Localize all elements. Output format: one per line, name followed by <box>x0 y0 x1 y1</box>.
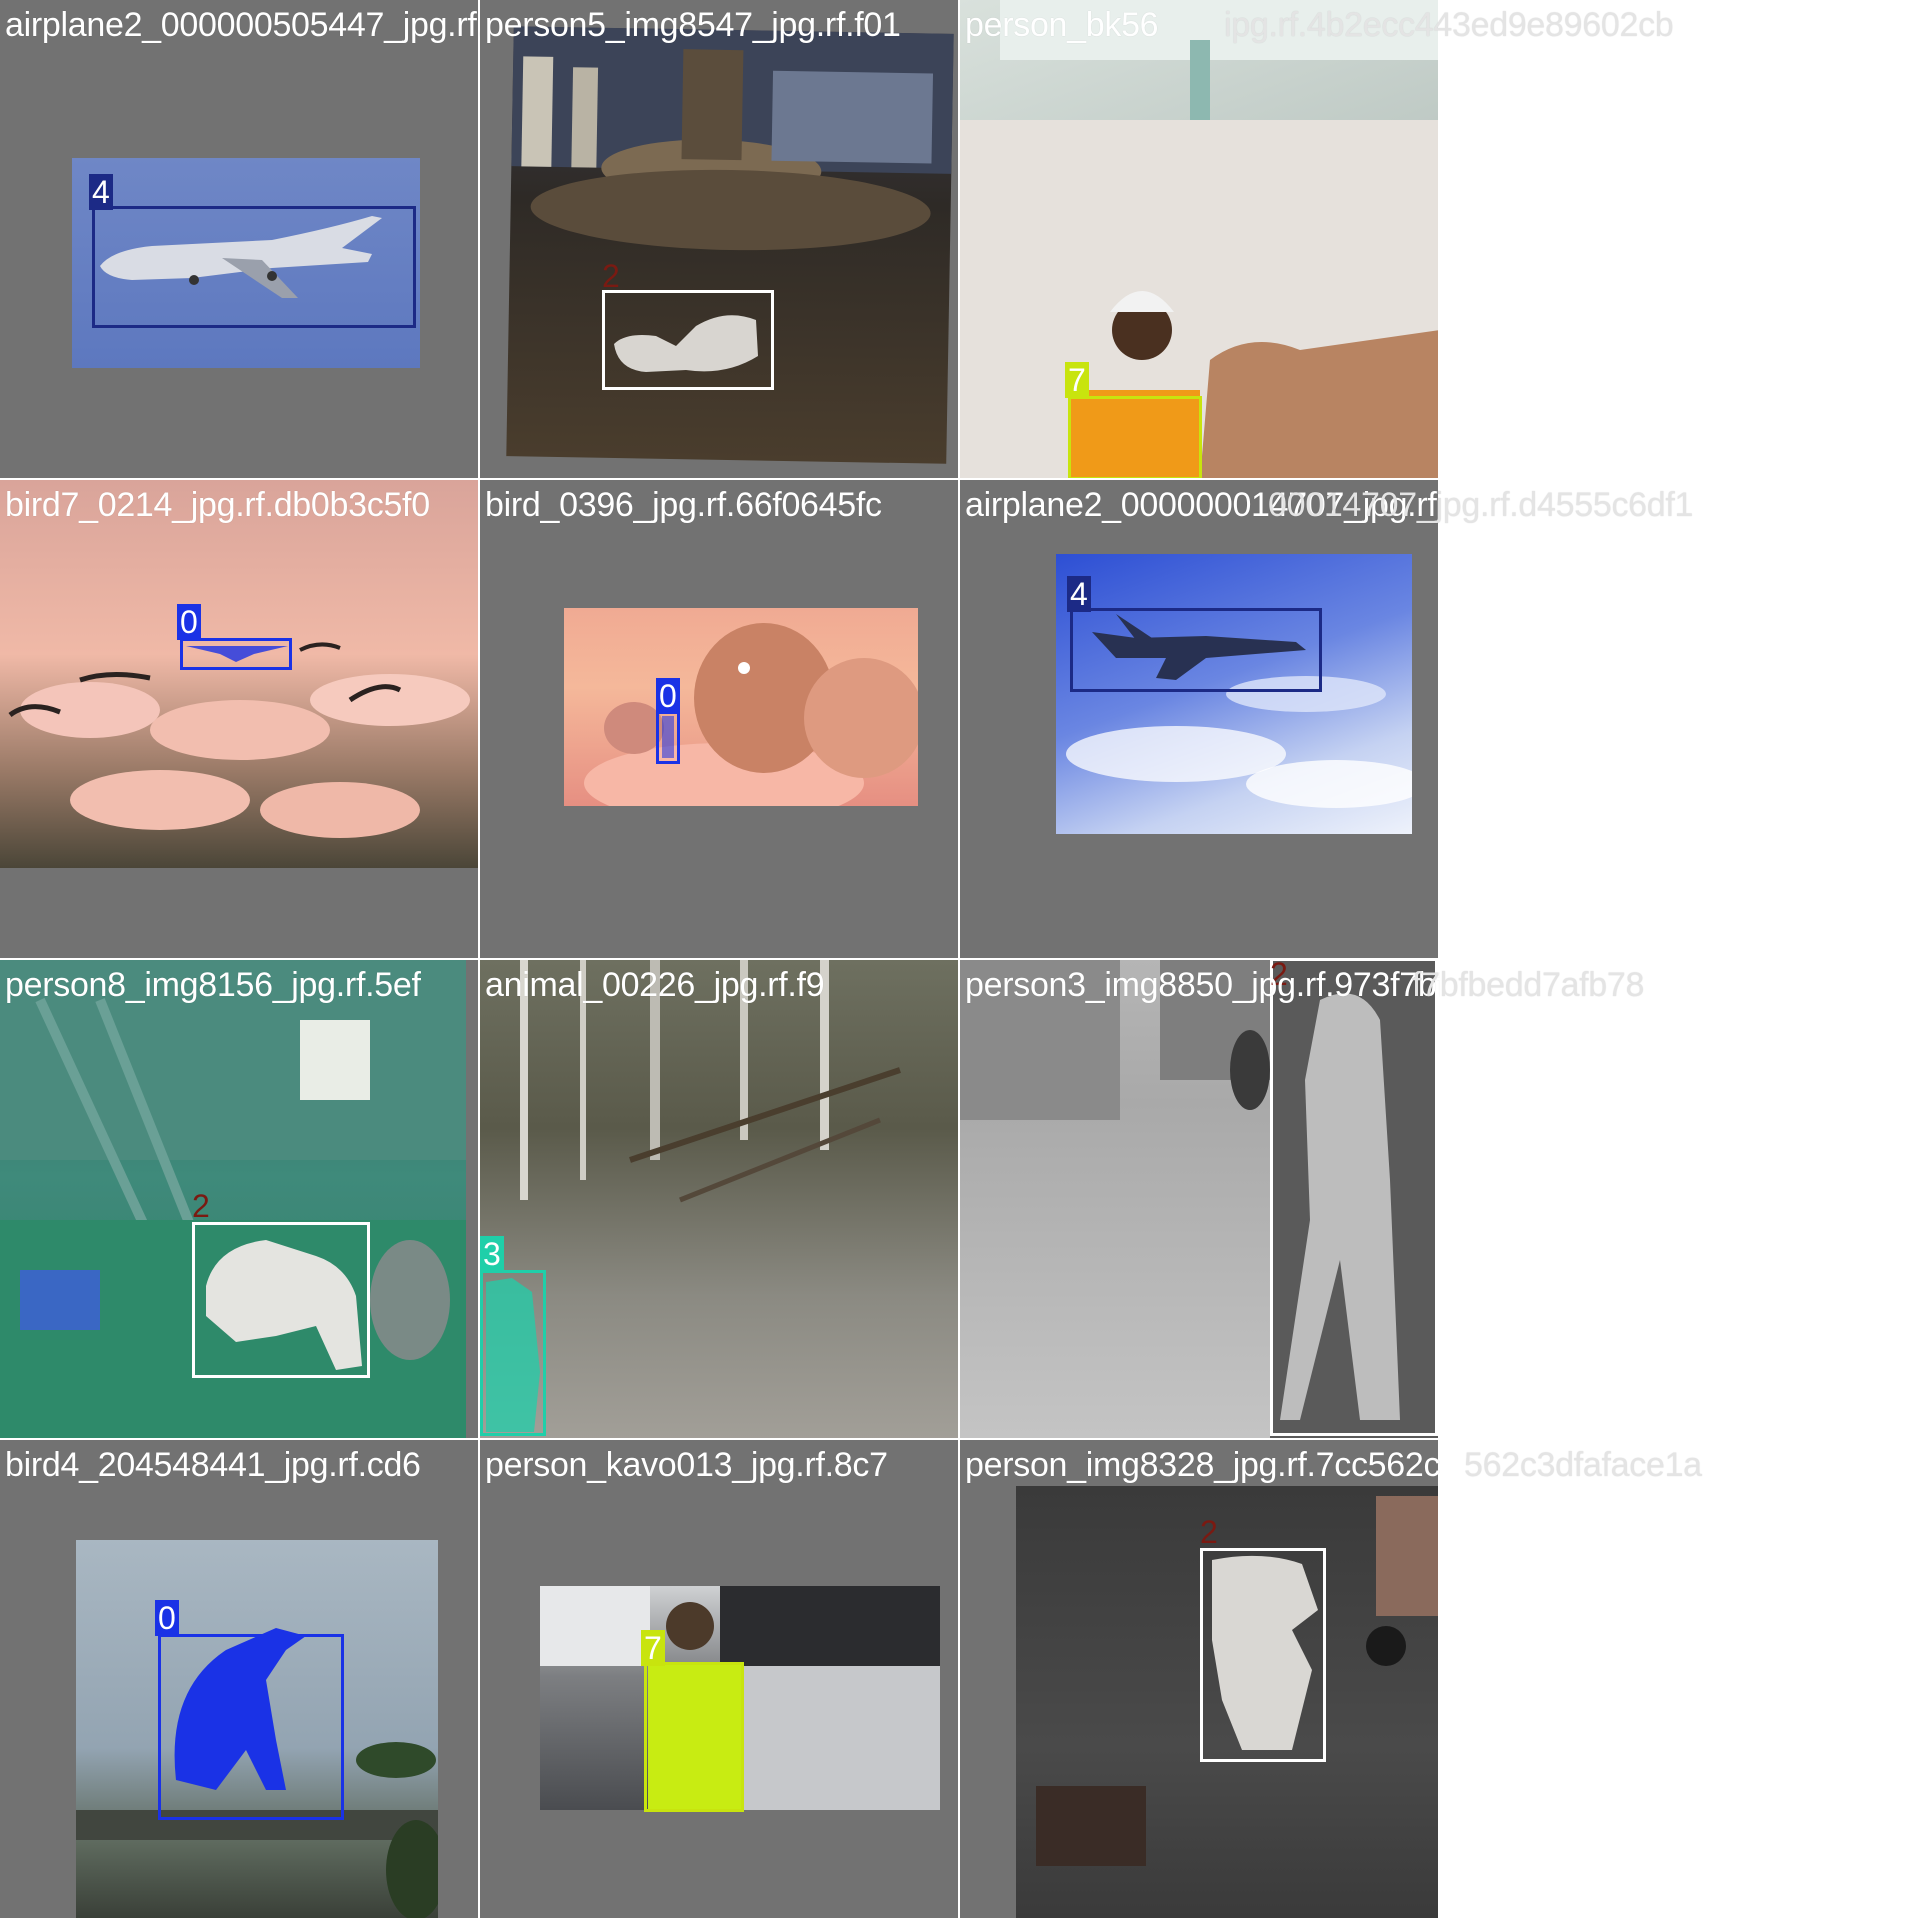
tile-walking-person: 2 person3_img8850_jpg.rf.973f7bfbedd7afb… <box>960 960 1440 1440</box>
bbox-person <box>602 290 774 390</box>
filename-label: person_bk56 <box>965 6 1159 44</box>
class-label: 4 <box>1067 576 1091 612</box>
filename-label: bird7_0214_jpg.rf.db0b3c5f0 <box>5 486 430 524</box>
tile-forest-animal: 3 animal_00226_jpg.rf.f9 <box>480 960 960 1440</box>
bbox-airplane <box>92 206 416 328</box>
filename-overflow: 562c3dfaface1a <box>1464 1446 1702 1484</box>
filename-label: person5_img8547_jpg.rf.f01 <box>485 6 901 44</box>
bbox-bird <box>656 710 680 764</box>
plaza-scene <box>511 26 954 251</box>
bbox-bird <box>158 1634 344 1820</box>
class-label: 2 <box>602 258 620 294</box>
tile-airplane-1: 4 airplane2_000000505447_jpg.rf. <box>0 0 480 480</box>
class-label: 7 <box>1065 362 1089 398</box>
filename-overflow: f7bfbedd7afb78 <box>1412 966 1645 1004</box>
photo-forest <box>480 960 960 1440</box>
tile-cloud-creature: 0 bird_0396_jpg.rf.66f0645fc <box>480 480 960 960</box>
bbox-airplane <box>1070 608 1322 692</box>
mosaic-grid: 4 airplane2_000000505447_jpg.rf. 2 perso… <box>0 0 1440 1920</box>
tile-person-plaza: 2 person5_img8547_jpg.rf.f01 <box>480 0 960 480</box>
tile-safety-vest: 7 person_kavo013_jpg.rf.8c7 <box>480 1440 960 1920</box>
class-label: 2 <box>192 1188 210 1224</box>
class-label: 0 <box>656 678 680 714</box>
class-label: 2 <box>1200 1514 1218 1550</box>
bbox-worker <box>1068 396 1202 480</box>
class-label: 3 <box>480 1236 504 1272</box>
filename-label: airplane2_000000505447_jpg.rf. <box>5 6 480 44</box>
class-label: 0 <box>177 604 201 640</box>
filename-overflow: ipg.rf.4b2ecc443ed9e89602cb <box>1224 6 1674 44</box>
tile-crow: 0 bird4_204548441_jpg.rf.cd6 <box>0 1440 480 1920</box>
photo-clouds <box>0 480 480 868</box>
tile-worker-helmet: 7 person_bk56 <box>960 0 1440 480</box>
bbox-person <box>1270 960 1438 1436</box>
filename-overflow: 00014707_jpg.rf.d4555c6df1 <box>1268 486 1694 524</box>
tile-person-dark-floor: 2 person_img8328_jpg.rf.7cc562c3dfaface1… <box>960 1440 1440 1920</box>
bbox-person <box>192 1222 370 1378</box>
filename-label: person3_img8850_jpg.rf.973f7bfbedd7afb78 <box>965 966 1440 1004</box>
filename-label: person8_img8156_jpg.rf.5ef <box>5 966 421 1004</box>
photo-sky <box>1056 554 1412 834</box>
bbox-animal <box>480 1270 546 1436</box>
bbox-bird <box>180 638 292 670</box>
filename-label: person_kavo013_jpg.rf.8c7 <box>485 1446 888 1484</box>
bbox-person <box>1200 1548 1326 1762</box>
class-label: 4 <box>89 174 113 210</box>
tile-person-green-room: 2 person8_img8156_jpg.rf.5ef <box>0 960 480 1440</box>
class-label: 0 <box>155 1600 179 1636</box>
photo-plaza <box>506 26 954 464</box>
tile-fighter-jet: 4 airplane2_000000014707_jpg.rf.d4555c6d… <box>960 480 1440 960</box>
filename-label: bird4_204548441_jpg.rf.cd6 <box>5 1446 421 1484</box>
filename-label: animal_00226_jpg.rf.f9 <box>485 966 825 1004</box>
bbox-worker <box>644 1662 744 1812</box>
filename-label: person_img8328_jpg.rf.7cc562c3dfaface1a <box>965 1446 1440 1484</box>
photo-cloud-creature <box>564 608 918 806</box>
tile-birds-clouds: 0 bird7_0214_jpg.rf.db0b3c5f0 <box>0 480 480 960</box>
filename-label: bird_0396_jpg.rf.66f0645fc <box>485 486 882 524</box>
class-label: 7 <box>641 1630 665 1666</box>
